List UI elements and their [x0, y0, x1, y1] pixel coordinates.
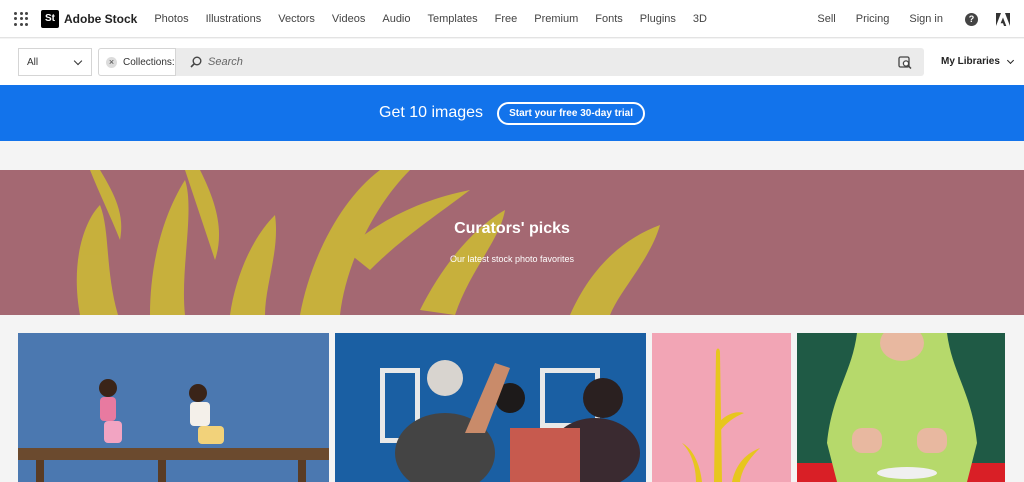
top-navigation: St Adobe Stock Photos Illustrations Vect…	[0, 0, 1024, 38]
nav-pricing[interactable]: Pricing	[856, 13, 890, 25]
asset-type-select[interactable]: All	[18, 48, 92, 76]
stock-photo-thumbnail[interactable]	[18, 333, 329, 482]
nav-videos[interactable]: Videos	[332, 13, 365, 25]
thumbnail-image	[797, 333, 1005, 482]
collections-chip-label: Collections:	[123, 56, 175, 68]
nav-premium[interactable]: Premium	[534, 13, 578, 25]
search-box: × Collections:	[98, 48, 924, 76]
thumbnail-image	[18, 379, 329, 482]
adobe-stock-logo[interactable]: St Adobe Stock	[41, 9, 138, 28]
my-libraries-label: My Libraries	[941, 56, 1000, 67]
nav-3d[interactable]: 3D	[693, 13, 707, 25]
my-libraries-button[interactable]: My Libraries	[941, 56, 1014, 67]
search-bar-row: All × Collections: My Libraries	[0, 39, 1024, 85]
nav-plugins[interactable]: Plugins	[640, 13, 676, 25]
nav-audio[interactable]: Audio	[382, 13, 410, 25]
hero-title: Curators' picks	[454, 220, 570, 237]
free-trial-button[interactable]: Start your free 30-day trial	[497, 101, 645, 125]
chevron-down-icon	[73, 56, 83, 66]
nav-fonts[interactable]: Fonts	[595, 13, 623, 25]
hero-image	[76, 170, 660, 315]
chevron-down-icon	[1006, 56, 1014, 64]
thumbnail-image	[682, 348, 760, 482]
stock-photo-thumbnail[interactable]	[797, 333, 1005, 482]
collections-chip[interactable]: × Collections:	[98, 48, 176, 76]
stock-logo-icon: St	[41, 9, 59, 28]
search-icon	[190, 56, 202, 68]
stock-photo-thumbnail[interactable]	[652, 333, 791, 482]
hero-subtitle: Our latest stock photo favorites	[449, 254, 575, 264]
visual-search-icon[interactable]	[898, 55, 912, 69]
nav-sign-in[interactable]: Sign in	[909, 13, 943, 25]
main-nav: Photos Illustrations Vectors Videos Audi…	[154, 13, 724, 25]
adobe-icon[interactable]	[996, 12, 1010, 26]
nav-photos[interactable]: Photos	[154, 13, 188, 25]
thumbnail-image	[380, 360, 640, 482]
close-icon[interactable]: ×	[106, 56, 117, 68]
promo-banner: Get 10 images Start your free 30-day tri…	[0, 85, 1024, 141]
promo-text: Get 10 images	[379, 104, 484, 121]
stock-photo-thumbnail[interactable]	[335, 333, 646, 482]
nav-illustrations[interactable]: Illustrations	[206, 13, 262, 25]
brand-name: Adobe Stock	[64, 11, 138, 26]
curators-picks-hero[interactable]: Curators' picks Our latest stock photo f…	[0, 170, 1024, 315]
asset-type-value: All	[27, 56, 39, 68]
right-nav: Sell Pricing Sign in ?	[797, 0, 1010, 38]
search-input[interactable]	[208, 52, 888, 72]
nav-sell[interactable]: Sell	[817, 13, 835, 25]
apps-grid-icon[interactable]	[14, 11, 28, 26]
nav-vectors[interactable]: Vectors	[278, 13, 315, 25]
nav-templates[interactable]: Templates	[428, 13, 478, 25]
nav-free[interactable]: Free	[495, 13, 518, 25]
help-icon[interactable]: ?	[965, 12, 978, 26]
